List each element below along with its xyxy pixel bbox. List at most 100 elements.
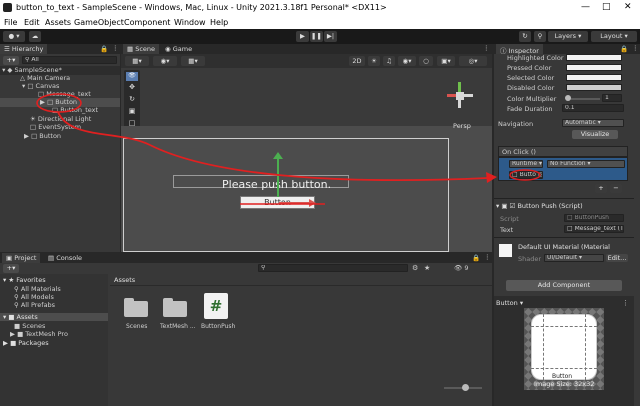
hierarchy-item-message-text[interactable]: □ Message_text <box>38 90 91 98</box>
audio-icon[interactable]: ♫ <box>383 56 395 66</box>
highlighted-color-field[interactable] <box>566 54 622 61</box>
tree-textmesh-pro[interactable]: ▶ ■ TextMesh Pro <box>10 330 68 338</box>
orientation-gizmo-icon[interactable] <box>447 82 473 108</box>
hierarchy-item-directional-light[interactable]: ☀ Directional Light <box>30 115 91 123</box>
tab-inspector[interactable]: ⓘ Inspector <box>496 44 543 55</box>
lock-icon[interactable]: 🔒 <box>100 45 108 53</box>
tab-scene[interactable]: ▦ Scene <box>123 44 160 54</box>
layout-dropdown[interactable]: Layout ▾ <box>591 31 637 42</box>
runtime-dropdown[interactable]: Runtime ▾ <box>509 160 543 168</box>
filter-label-icon[interactable]: ★ <box>424 264 430 272</box>
gizmos-dropdown[interactable]: ◎▾ <box>459 56 487 66</box>
preview-title[interactable]: Button ▾ <box>496 299 523 307</box>
shader-edit-button[interactable]: Edit... <box>606 254 628 262</box>
menu-component[interactable]: Component <box>124 18 170 27</box>
menu-assets[interactable]: Assets <box>45 18 71 27</box>
move-tool-icon[interactable]: ✥ <box>126 83 138 92</box>
hierarchy-item-event-system[interactable]: □ EventSystem <box>30 123 81 131</box>
tab-console[interactable]: ▤ Console <box>44 253 87 263</box>
pause-button[interactable]: ❚❚ <box>310 31 323 42</box>
layers-dropdown[interactable]: Layers ▾ <box>548 31 588 42</box>
create-button[interactable]: +▾ <box>3 56 19 65</box>
hierarchy-item-button-text[interactable]: □ Button_text <box>52 106 98 114</box>
folder-textmesh-icon[interactable] <box>163 297 187 317</box>
tree-scenes[interactable]: ■ Scenes <box>14 322 45 330</box>
account-button[interactable]: ● ▾ <box>3 31 25 42</box>
camera-dropdown[interactable]: ▣▾ <box>437 56 455 66</box>
grid-dropdown[interactable]: ▦▾ <box>181 56 205 66</box>
panel-menu-icon[interactable]: ⋮ <box>112 44 119 52</box>
color-multiplier-track[interactable] <box>566 98 600 100</box>
close-icon[interactable]: ✕ <box>624 2 632 12</box>
tab-hierarchy[interactable]: ☰ Hierarchy <box>0 44 48 54</box>
menu-gameobject[interactable]: GameObject <box>74 18 124 27</box>
target-object-field[interactable]: □ Butto ◎ <box>509 171 543 179</box>
play-button[interactable]: ▶ <box>296 31 309 42</box>
asset-textmesh-label[interactable]: TextMesh ... <box>160 323 196 330</box>
tree-all-models[interactable]: ⚲ All Models <box>14 293 54 301</box>
tree-assets[interactable]: ▾ ■ Assets <box>0 313 108 321</box>
tree-packages[interactable]: ▶ ■ Packages <box>3 339 49 347</box>
view-tool-icon[interactable]: 👁 <box>126 72 138 81</box>
hierarchy-item-canvas[interactable]: ▾ □ Canvas <box>22 82 59 90</box>
button-push-component-header[interactable]: ▾ ▣ ☑ Button Push (Script) <box>496 202 583 210</box>
menu-window[interactable]: Window <box>174 18 206 27</box>
cloud-icon[interactable]: ☁ <box>29 31 41 42</box>
project-search[interactable]: ⚲ <box>258 264 408 272</box>
shader-dropdown[interactable]: UI/Default ▾ <box>544 254 604 262</box>
hierarchy-search[interactable]: ⚲ All <box>22 56 117 64</box>
filter-type-icon[interactable]: ⚙ <box>412 264 418 272</box>
tree-all-materials[interactable]: ⚲ All Materials <box>14 285 61 293</box>
maximize-icon[interactable]: □ <box>602 2 611 12</box>
2d-toggle[interactable]: 2D <box>349 56 365 66</box>
minimize-icon[interactable]: — <box>581 2 590 12</box>
visualize-button[interactable]: Visualize <box>572 130 618 139</box>
preview-menu-icon[interactable]: ⋮ <box>622 299 629 307</box>
add-component-button[interactable]: Add Component <box>506 280 622 291</box>
fade-duration-value[interactable]: 0.1 <box>562 104 624 112</box>
menu-edit[interactable]: Edit <box>24 18 40 27</box>
inspector-menu-icon[interactable]: ⋮ <box>632 44 639 52</box>
hidden-objects-icon[interactable]: ○ <box>419 56 433 66</box>
tree-favorites[interactable]: ▾ ★ Favorites <box>3 276 46 284</box>
search-icon[interactable]: ⚲ <box>534 31 546 42</box>
gizmo-y-axis[interactable] <box>277 156 279 197</box>
project-menu-icon[interactable]: ⋮ <box>484 253 491 261</box>
tab-game[interactable]: ◉ Game <box>161 44 197 54</box>
asset-scenes-label[interactable]: Scenes <box>126 323 147 330</box>
asset-buttonpush-label[interactable]: ButtonPush <box>201 323 235 330</box>
hierarchy-item-button-2[interactable]: ▶ □ Button <box>24 132 61 140</box>
text-field[interactable]: □ Message_text (T <box>564 225 624 233</box>
step-button[interactable]: ▶| <box>324 31 337 42</box>
gizmo-x-axis[interactable] <box>279 202 309 204</box>
gizmo-y-arrow-icon[interactable] <box>273 152 283 159</box>
lighting-icon[interactable]: ☀ <box>368 56 380 66</box>
function-dropdown[interactable]: No Function ▾ <box>547 160 625 168</box>
icon-size-slider-thumb[interactable] <box>462 384 469 391</box>
hidden-count[interactable]: 👁 9 <box>454 264 468 272</box>
remove-event-button[interactable]: − <box>610 184 622 193</box>
csharp-script-icon[interactable]: # <box>204 293 228 319</box>
history-icon[interactable]: ↻ <box>519 31 531 42</box>
material-header[interactable]: Default UI Material (Material <box>518 243 610 251</box>
project-create-button[interactable]: +▾ <box>3 264 19 273</box>
pressed-color-field[interactable] <box>566 64 622 71</box>
hierarchy-item-main-camera[interactable]: △ Main Camera <box>20 74 70 82</box>
folder-scenes-icon[interactable] <box>124 297 148 317</box>
color-multiplier-value[interactable]: 1 <box>602 94 622 102</box>
effects-dropdown[interactable]: ◉▾ <box>398 56 416 66</box>
rotate-tool-icon[interactable]: ↻ <box>126 95 138 104</box>
pivot-dropdown[interactable]: ◉▾ <box>153 56 177 66</box>
disabled-color-field[interactable] <box>566 84 622 91</box>
persp-label[interactable]: Persp <box>453 122 471 130</box>
inspector-lock-icon[interactable]: 🔒 <box>620 45 628 53</box>
navigation-dropdown[interactable]: Automatic ▾ <box>562 119 624 127</box>
menu-file[interactable]: File <box>4 18 17 27</box>
tree-all-prefabs[interactable]: ⚲ All Prefabs <box>14 301 55 309</box>
tab-project[interactable]: ▣ Project <box>2 253 41 263</box>
project-lock-icon[interactable]: 🔒 <box>472 254 480 262</box>
scale-tool-icon[interactable]: ▣ <box>126 107 138 116</box>
assets-breadcrumb[interactable]: Assets <box>114 276 135 284</box>
color-multiplier-thumb[interactable] <box>565 95 571 101</box>
add-event-button[interactable]: + <box>595 184 607 193</box>
